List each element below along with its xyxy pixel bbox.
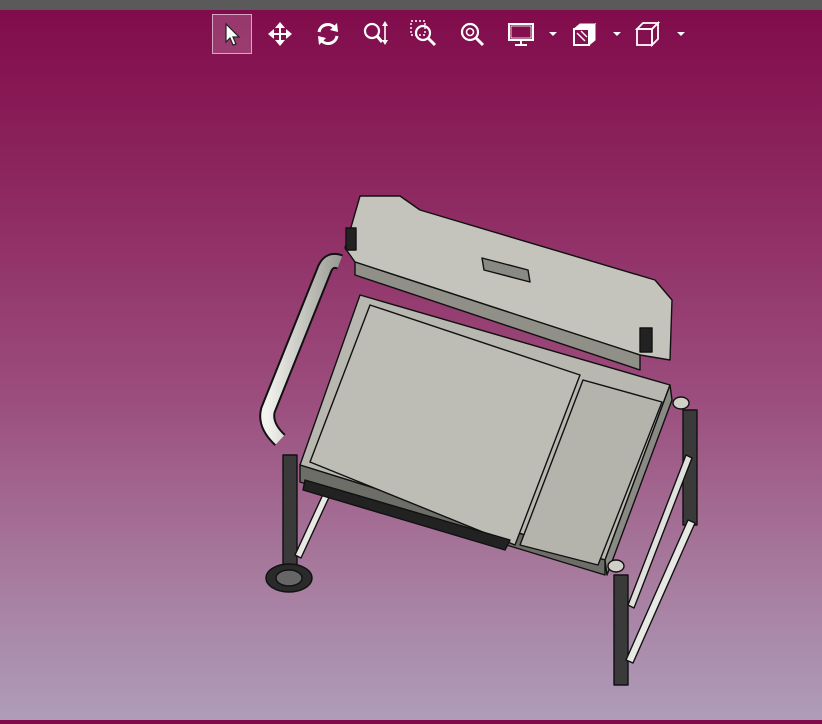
lid-hinge-right [639, 327, 653, 353]
cursor-arrow-icon [225, 22, 241, 46]
display-mode-dropdown-arrow[interactable] [548, 14, 558, 54]
view-orientation-button[interactable] [628, 14, 668, 54]
caret-down-icon [549, 32, 557, 36]
zoom-updown-icon [363, 21, 388, 45]
rotate-tool-button[interactable] [308, 14, 348, 54]
wheel-hub [275, 569, 303, 587]
rotate-icon [317, 23, 339, 45]
zoom-fit-tool-button[interactable] [452, 14, 492, 54]
lower-rail-left [294, 489, 332, 559]
zoom-window-icon [410, 20, 437, 47]
caret-down-icon [677, 32, 685, 36]
lid-hinge-left [345, 227, 357, 251]
grill-cart-3d-model[interactable] [0, 60, 822, 720]
monitor-icon [508, 23, 534, 46]
zoom-tool-button[interactable] [356, 14, 396, 54]
pan-tool-button[interactable] [260, 14, 300, 54]
window-top-border [0, 0, 822, 10]
leg-cap-right [672, 396, 690, 410]
rear-leg-left [282, 454, 298, 566]
zoom-fit-icon [460, 22, 485, 47]
select-tool-button[interactable] [212, 14, 252, 54]
display-mode-button[interactable] [502, 14, 542, 54]
leg-cap-front [607, 559, 625, 573]
move-arrows-icon [268, 22, 292, 46]
zoom-window-tool-button[interactable] [404, 14, 444, 54]
view-orientation-dropdown-arrow[interactable] [676, 14, 686, 54]
section-cube-icon [572, 22, 597, 47]
3d-viewport[interactable] [0, 60, 822, 720]
view-toolbar [212, 14, 692, 54]
cube-icon [634, 20, 661, 48]
caret-down-icon [613, 32, 621, 36]
front-leg-left [613, 574, 629, 686]
section-view-button[interactable] [564, 14, 604, 54]
section-view-dropdown-arrow[interactable] [612, 14, 622, 54]
